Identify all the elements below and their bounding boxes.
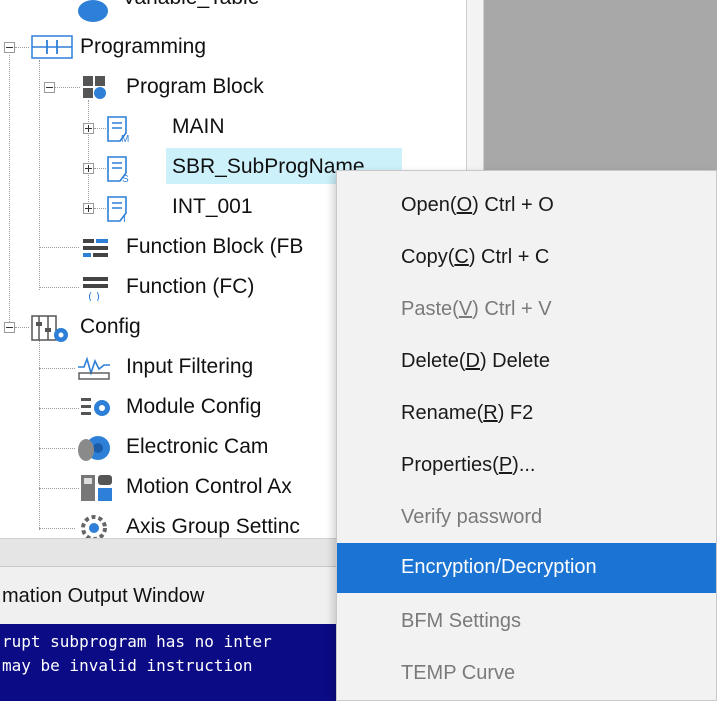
menu-item-properties[interactable]: Properties(P)... (337, 441, 716, 491)
tree-item-main[interactable]: M MAIN (0, 107, 466, 147)
menu-item-encryption-decryption[interactable]: Encryption/Decryption (337, 543, 716, 593)
menu-item-label: Open(O) Ctrl + O (401, 194, 554, 216)
subroutine-icon: S (107, 156, 129, 183)
motion-control-icon (81, 475, 112, 501)
svg-text:M: M (121, 134, 129, 143)
svg-text:I: I (123, 214, 126, 223)
tree-item-label: Electronic Cam (126, 435, 269, 458)
variable-table-icon (78, 0, 108, 22)
module-config-icon (81, 398, 110, 416)
menu-item-label: Delete(D) Delete (401, 350, 550, 372)
tree-item-label: Axis Group Settinc (126, 515, 300, 538)
tree-item-label: INT_001 (172, 195, 253, 218)
menu-item-bfm-settings[interactable]: BFM Settings (337, 597, 716, 647)
menu-item-label: Paste(V) Ctrl + V (401, 298, 552, 320)
console-line: rupt subprogram has no inter (2, 632, 272, 651)
main-program-icon: M (107, 116, 129, 143)
tree-item-label: Function Block (FB (126, 235, 304, 258)
menu-item-rename[interactable]: Rename(R) F2 (337, 389, 716, 439)
menu-item-temp-curve[interactable]: TEMP Curve (337, 649, 716, 699)
menu-item-label: BFM Settings (401, 610, 522, 632)
output-window-title: mation Output Window (2, 585, 205, 607)
tree-item-label: MAIN (172, 115, 225, 138)
menu-item-delete[interactable]: Delete(D) Delete (337, 337, 716, 387)
interrupt-icon: I (107, 196, 127, 223)
function-icon: ( ) (83, 277, 108, 301)
menu-item-label: TEMP Curve (401, 662, 516, 684)
tree-item-programming[interactable]: Programming (0, 27, 466, 67)
svg-text:S: S (122, 174, 129, 183)
menu-item-label: Copy(C) Ctrl + C (401, 246, 550, 268)
tree-item-label: Module Config (126, 395, 262, 418)
tree-item-label: Program Block (126, 75, 264, 98)
config-icon (31, 315, 68, 342)
tree-item-program-block[interactable]: Program Block (0, 67, 466, 107)
function-block-icon (83, 239, 108, 257)
axis-group-icon (81, 515, 107, 538)
tree-item-label: Config (80, 315, 141, 338)
tree-item-label: Function (FC) (126, 275, 255, 298)
svg-text:( ): ( ) (88, 290, 100, 301)
menu-item-verify-password[interactable]: Verify password (337, 493, 716, 543)
menu-item-label: Rename(R) F2 (401, 402, 534, 424)
menu-item-open[interactable]: Open(O) Ctrl + O (337, 181, 716, 231)
collapse-icon[interactable] (4, 42, 15, 53)
collapse-icon[interactable] (4, 322, 15, 333)
expand-icon[interactable] (83, 123, 94, 134)
expand-icon[interactable] (83, 163, 94, 174)
menu-item-label: Encryption/Decryption (401, 556, 597, 578)
tree-item-label: Motion Control Ax (126, 475, 292, 498)
tree-item-label: Input Filtering (126, 355, 254, 378)
tree-item-label: Programming (80, 35, 207, 58)
input-filtering-icon (78, 356, 110, 380)
console-line: may be invalid instruction (2, 656, 253, 675)
expand-icon[interactable] (83, 203, 94, 214)
electronic-cam-icon (78, 436, 110, 461)
ladder-icon (31, 35, 73, 59)
menu-item-copy[interactable]: Copy(C) Ctrl + C (337, 233, 716, 283)
menu-item-label: Verify password (401, 506, 543, 528)
tree-item-label: Variable_Table (122, 0, 259, 11)
menu-item-label: Properties(P)... (401, 454, 536, 476)
context-menu: Open(O) Ctrl + O Copy(C) Ctrl + C Paste(… (336, 170, 717, 701)
menu-item-paste[interactable]: Paste(V) Ctrl + V (337, 285, 716, 335)
tree-item-variable-table[interactable]: Variable_Table (0, 0, 466, 22)
collapse-icon[interactable] (44, 82, 55, 93)
program-block-icon (83, 76, 106, 99)
